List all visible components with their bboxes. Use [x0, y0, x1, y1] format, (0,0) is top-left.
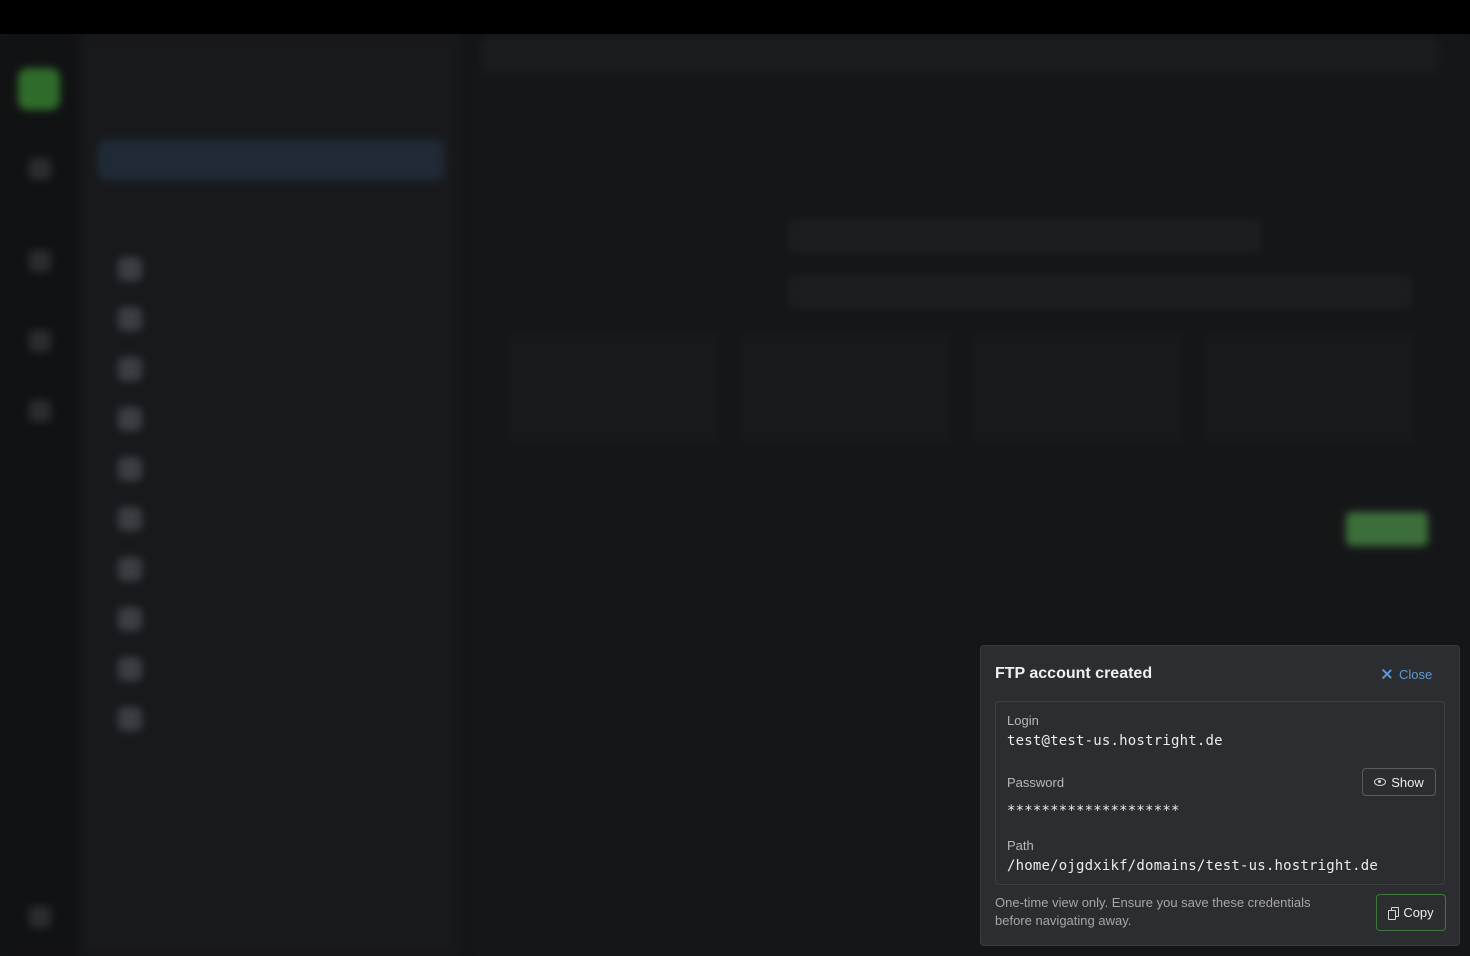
- close-label: Close: [1399, 666, 1433, 682]
- nav-item-block: [118, 254, 438, 284]
- nav-item-block: [118, 304, 438, 334]
- rail-icon: [29, 250, 51, 272]
- close-button[interactable]: Close: [1381, 665, 1432, 683]
- sidebar-nav: [80, 34, 460, 956]
- path-value[interactable]: /home/ojgdxikf/domains/test-us.hostright…: [1007, 858, 1378, 874]
- credentials-box: Login test@test-us.hostright.de Password…: [995, 701, 1445, 885]
- eye-icon: [1374, 778, 1387, 786]
- show-label: Show: [1391, 774, 1424, 790]
- card-block: [1204, 334, 1414, 442]
- rail-icon: [29, 158, 51, 180]
- nav-item-block: [118, 654, 438, 684]
- app-logo: [18, 68, 60, 110]
- close-icon: [1381, 668, 1393, 680]
- card-block: [508, 334, 718, 442]
- copy-button[interactable]: Copy: [1376, 894, 1446, 931]
- nav-item-block: [118, 554, 438, 584]
- nav-item-block: [118, 404, 438, 434]
- rail-icon: [29, 906, 51, 928]
- create-button-block: [1346, 512, 1428, 546]
- password-label: Password: [1007, 775, 1065, 790]
- card-block: [740, 334, 950, 442]
- path-label: Path: [1007, 838, 1034, 853]
- nav-item-block: [118, 454, 438, 484]
- nav-item-block: [118, 354, 438, 384]
- nav-search-block: [98, 140, 444, 180]
- one-time-note: One-time view only. Ensure you save thes…: [995, 895, 1311, 928]
- nav-item-block: [118, 604, 438, 634]
- window-top-bar: [0, 0, 1470, 34]
- rail-icon: [29, 400, 51, 422]
- copy-icon: [1388, 907, 1399, 920]
- nav-item-block: [118, 504, 438, 534]
- login-value[interactable]: test@test-us.hostright.de: [1007, 733, 1223, 749]
- show-password-button[interactable]: Show: [1362, 768, 1436, 796]
- field-block: [790, 220, 1260, 252]
- password-value[interactable]: ********************: [1007, 803, 1180, 819]
- login-label: Login: [1007, 713, 1039, 728]
- copy-label: Copy: [1403, 905, 1434, 920]
- field-block: [790, 276, 1410, 308]
- rail-icon: [29, 330, 51, 352]
- ftp-created-toast: FTP account created Close Login test@tes…: [980, 645, 1460, 946]
- toast-title: FTP account created: [995, 665, 1153, 682]
- nav-item-block: [118, 704, 438, 734]
- global-search-block: [482, 36, 1438, 72]
- card-block: [972, 334, 1182, 442]
- icon-rail: [0, 34, 80, 956]
